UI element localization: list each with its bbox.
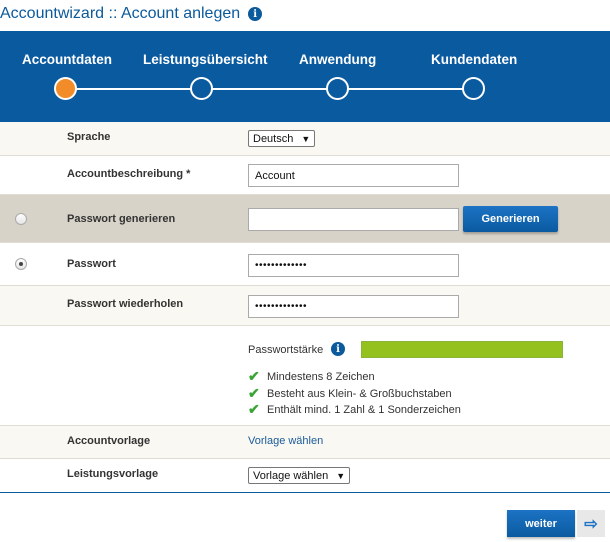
progress-line [76, 88, 474, 90]
wizard-step-label-kundendaten[interactable]: Kundendaten [431, 52, 517, 67]
row-account-template: Accountvorlage Vorlage wählen [0, 426, 610, 459]
service-template-value: Vorlage wählen [253, 469, 329, 482]
row-password: Passwort ••••••••••••• [0, 243, 610, 286]
description-value: Account [255, 169, 295, 182]
password-value: ••••••••••••• [255, 260, 308, 271]
wizard-step-label-accountdaten[interactable]: Accountdaten [22, 52, 112, 67]
description-label: Accountbeschreibung * [67, 168, 191, 180]
criteria-item: ✔ Enthält mind. 1 Zahl & 1 Sonderzeichen [248, 401, 461, 418]
wizard-step-dot-anwendung[interactable] [326, 77, 349, 100]
wizard-step-label-leistungsuebersicht[interactable]: Leistungsübersicht [143, 52, 268, 67]
language-label: Sprache [67, 131, 111, 143]
row-language: Sprache Deutsch ▼ [0, 122, 610, 156]
password-strength-fill [362, 342, 562, 357]
criteria-item: ✔ Mindestens 8 Zeichen [248, 368, 375, 385]
generate-password-radio[interactable] [15, 213, 27, 225]
password-repeat-label: Passwort wiederholen [67, 298, 184, 310]
arrow-right-icon[interactable]: ⇨ [577, 510, 605, 537]
password-label: Passwort [67, 258, 116, 270]
wizard-step-label-anwendung[interactable]: Anwendung [299, 52, 376, 67]
generate-button[interactable]: Generieren [463, 206, 558, 232]
language-select[interactable]: Deutsch ▼ [248, 130, 316, 147]
strength-info-icon[interactable]: i [331, 342, 345, 356]
password-repeat-input[interactable]: ••••••••••••• [248, 295, 459, 318]
footer-divider [0, 492, 610, 493]
page-title-text: Accountwizard :: Account anlegen [0, 5, 241, 22]
row-password-strength: Passwortstärke i ✔ Mindestens 8 Zeichen … [0, 326, 610, 426]
wizard-step-dot-leistungsuebersicht[interactable] [190, 77, 213, 100]
checkmark-icon: ✔ [248, 368, 260, 384]
dropdown-arrow-icon: ▼ [301, 133, 311, 144]
description-input[interactable]: Account [248, 164, 459, 187]
criteria-text: Enthält mind. 1 Zahl & 1 Sonderzeichen [267, 403, 461, 416]
password-radio[interactable] [15, 258, 27, 270]
choose-template-link[interactable]: Vorlage wählen [248, 435, 323, 447]
dropdown-arrow-icon: ▼ [336, 470, 346, 481]
criteria-text: Besteht aus Klein- & Großbuchstaben [267, 387, 452, 400]
next-button[interactable]: weiter [507, 510, 575, 537]
info-icon[interactable]: i [248, 7, 263, 21]
password-strength-label: Passwortstärke [248, 344, 324, 356]
generated-password-input[interactable] [248, 208, 459, 231]
criteria-text: Mindestens 8 Zeichen [267, 370, 375, 383]
row-generate-password: Passwort generieren Generieren [0, 195, 610, 243]
wizard-step-dot-kundendaten[interactable] [462, 77, 485, 100]
wizard-step-dot-accountdaten[interactable] [54, 77, 77, 100]
row-password-repeat: Passwort wiederholen ••••••••••••• [0, 286, 610, 326]
password-repeat-value: ••••••••••••• [255, 301, 308, 312]
password-strength-bar [361, 341, 563, 358]
service-template-label: Leistungsvorlage [67, 468, 159, 480]
service-template-select[interactable]: Vorlage wählen ▼ [248, 467, 351, 484]
criteria-item: ✔ Besteht aus Klein- & Großbuchstaben [248, 385, 452, 402]
language-select-value: Deutsch [253, 132, 294, 145]
page-title: Accountwizard :: Account anlegen i [0, 2, 263, 26]
wizard-progress: Accountdaten Leistungsübersicht Anwendun… [0, 31, 610, 122]
account-template-label: Accountvorlage [67, 435, 151, 447]
row-service-template: Leistungsvorlage Vorlage wählen ▼ [0, 459, 610, 492]
checkmark-icon: ✔ [248, 385, 260, 401]
row-description: Accountbeschreibung * Account [0, 156, 610, 195]
generate-password-label: Passwort generieren [67, 213, 176, 225]
checkmark-icon: ✔ [248, 401, 260, 417]
password-input[interactable]: ••••••••••••• [248, 254, 459, 277]
